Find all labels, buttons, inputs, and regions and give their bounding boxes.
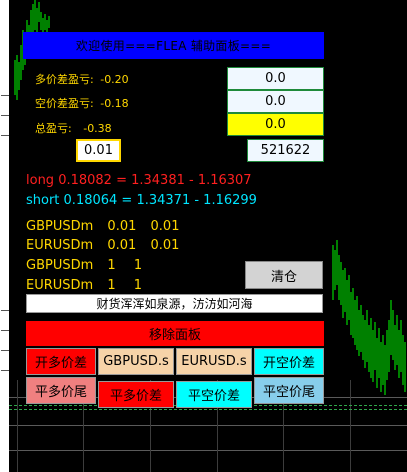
- short-spread-line: short 0.18064 = 1.34371 - 1.16299: [26, 193, 257, 208]
- total-pnl-value: -0.38: [83, 122, 112, 135]
- lot-input[interactable]: 0.01: [76, 139, 121, 162]
- close-short-spread-button[interactable]: 平空价差: [176, 381, 252, 408]
- scale-tick: [1, 350, 9, 351]
- scale-tick: [1, 115, 9, 116]
- position-row: EURUSDm 0.01 0.01: [26, 238, 179, 253]
- position-lot-a: 1: [107, 258, 116, 273]
- open-short-spread-button[interactable]: 开空价差: [254, 348, 324, 375]
- position-lot-b: 1: [133, 258, 143, 273]
- close-long-spread-button[interactable]: 平多价差: [98, 381, 174, 408]
- long-spread-line: long 0.18082 = 1.34381 - 1.16307: [26, 173, 252, 188]
- scale-tick: [1, 135, 9, 136]
- symbol2-button[interactable]: EURUSD.s: [176, 348, 252, 375]
- position-lot-a: 0.01: [107, 219, 137, 234]
- position-row: EURUSDm 1 1: [26, 278, 142, 293]
- scale-tick: [1, 95, 9, 96]
- short-spread-pnl-label: 空价差盈亏:: [35, 97, 94, 110]
- symbol1-button[interactable]: GBPUSD.s: [98, 348, 174, 375]
- scale-tick: [1, 370, 9, 371]
- multi-spread-pnl-value: -0.20: [100, 73, 129, 86]
- total-pnl-label: 总盈亏:: [35, 122, 72, 135]
- position-lot-b: 0.01: [150, 238, 180, 253]
- close-long-tail-button[interactable]: 平多价尾: [26, 377, 96, 404]
- remove-panel-button[interactable]: 移除面板: [26, 321, 324, 346]
- position-symbol: EURUSDm: [26, 278, 94, 293]
- multi-spread-pnl-label: 多价差盈亏:: [35, 73, 94, 86]
- open-long-spread-button[interactable]: 开多价差: [26, 348, 96, 375]
- position-symbol: GBPUSDm: [26, 219, 94, 234]
- input-box-2[interactable]: 0.0: [227, 90, 324, 113]
- total-pnl-row: 总盈亏: -0.38: [35, 120, 112, 136]
- close-short-tail-button[interactable]: 平空价尾: [254, 377, 324, 404]
- position-lot-b: 0.01: [150, 219, 180, 234]
- motto-bar: 财货浑浑如泉源，汸汸如河海: [26, 294, 323, 313]
- input-box-3[interactable]: 0.0: [227, 113, 324, 136]
- close-all-button[interactable]: 清仓: [245, 261, 323, 289]
- price-scale-strip: [0, 0, 9, 472]
- welcome-banner: 欢迎使用===FLEA 辅助面板===: [23, 32, 324, 59]
- position-symbol: GBPUSDm: [26, 258, 94, 273]
- magic-number-input[interactable]: 521622: [247, 139, 324, 162]
- short-spread-pnl-value: -0.18: [100, 97, 129, 110]
- position-row: GBPUSDm 1 1: [26, 258, 142, 273]
- position-lot-b: 1: [133, 278, 143, 293]
- position-lot-a: 0.01: [107, 238, 137, 253]
- position-lot-a: 1: [107, 278, 116, 293]
- candle-group-right: [332, 240, 406, 395]
- input-box-1[interactable]: 0.0: [227, 67, 324, 90]
- position-row: GBPUSDm 0.01 0.01: [26, 219, 179, 234]
- short-spread-pnl-row: 空价差盈亏: -0.18: [35, 95, 129, 111]
- position-symbol: EURUSDm: [26, 238, 94, 253]
- scale-tick: [1, 330, 9, 331]
- multi-spread-pnl-row: 多价差盈亏: -0.20: [35, 71, 129, 87]
- scale-tick: [1, 310, 9, 311]
